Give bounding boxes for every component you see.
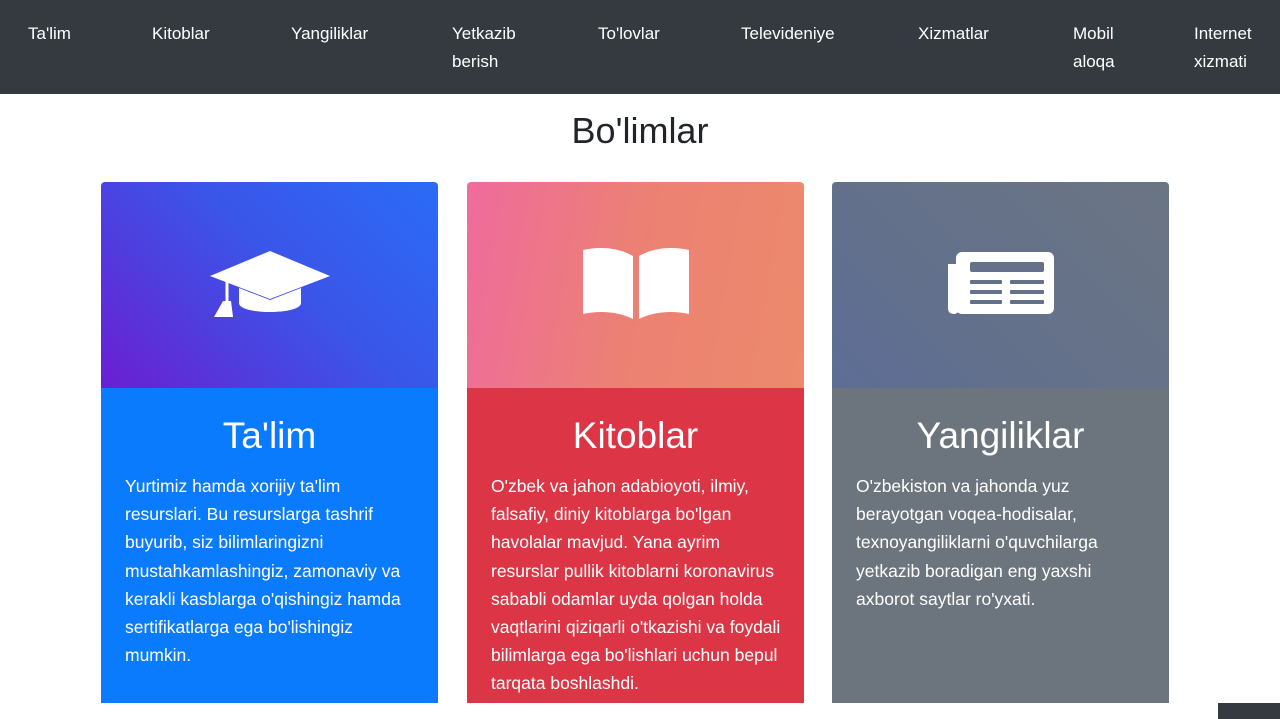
- nav-item-tolovlar[interactable]: To'lovlar: [598, 20, 660, 48]
- card-talim-body: Ta'lim Yurtimiz hamda xorijiy ta'lim res…: [101, 388, 438, 703]
- page-title: Bo'limlar: [571, 110, 709, 151]
- card-description: Yurtimiz hamda xorijiy ta'lim resurslari…: [125, 476, 401, 666]
- card-yangiliklar-header: [832, 182, 1169, 388]
- card-title: Yangiliklar: [916, 415, 1085, 456]
- nav-item-kitoblar[interactable]: Kitoblar: [152, 20, 210, 48]
- card-title: Ta'lim: [222, 415, 317, 456]
- footer-edge: [1218, 703, 1280, 719]
- card-yangiliklar-body: Yangiliklar O'zbekiston va jahonda yuz b…: [832, 388, 1169, 703]
- nav-item-televideniye[interactable]: Televideniye: [741, 20, 835, 48]
- card-title: Kitoblar: [572, 415, 699, 456]
- card-talim[interactable]: Ta'lim Yurtimiz hamda xorijiy ta'lim res…: [101, 182, 438, 703]
- nav-item-internet-xizmati[interactable]: Internet xizmati: [1194, 20, 1252, 76]
- card-yangiliklar[interactable]: Yangiliklar O'zbekiston va jahonda yuz b…: [832, 182, 1169, 703]
- scroll-edge: [1270, 160, 1280, 306]
- top-navbar: Ta'lim Kitoblar Yangiliklar Yetkazib ber…: [0, 0, 1280, 94]
- card-kitoblar-header: [467, 182, 804, 388]
- nav-item-yetkazib-berish[interactable]: Yetkazib berish: [452, 20, 516, 76]
- nav-item-xizmatlar[interactable]: Xizmatlar: [918, 20, 989, 48]
- nav-item-mobil-aloqa[interactable]: Mobil aloqa: [1073, 20, 1115, 76]
- nav-item-talim[interactable]: Ta'lim: [28, 20, 71, 48]
- card-kitoblar[interactable]: Kitoblar O'zbek va jahon adabioyoti, ilm…: [467, 182, 804, 703]
- card-talim-header: [101, 182, 438, 388]
- graduation-cap-icon: [209, 249, 331, 322]
- nav-item-yangiliklar[interactable]: Yangiliklar: [291, 20, 368, 48]
- newspaper-icon: [946, 250, 1056, 321]
- card-description: O'zbekiston va jahonda yuz berayotgan vo…: [856, 476, 1098, 609]
- card-kitoblar-body: Kitoblar O'zbek va jahon adabioyoti, ilm…: [467, 388, 804, 703]
- card-description: O'zbek va jahon adabioyoti, ilmiy, falsa…: [491, 476, 781, 694]
- open-book-icon: [581, 246, 691, 325]
